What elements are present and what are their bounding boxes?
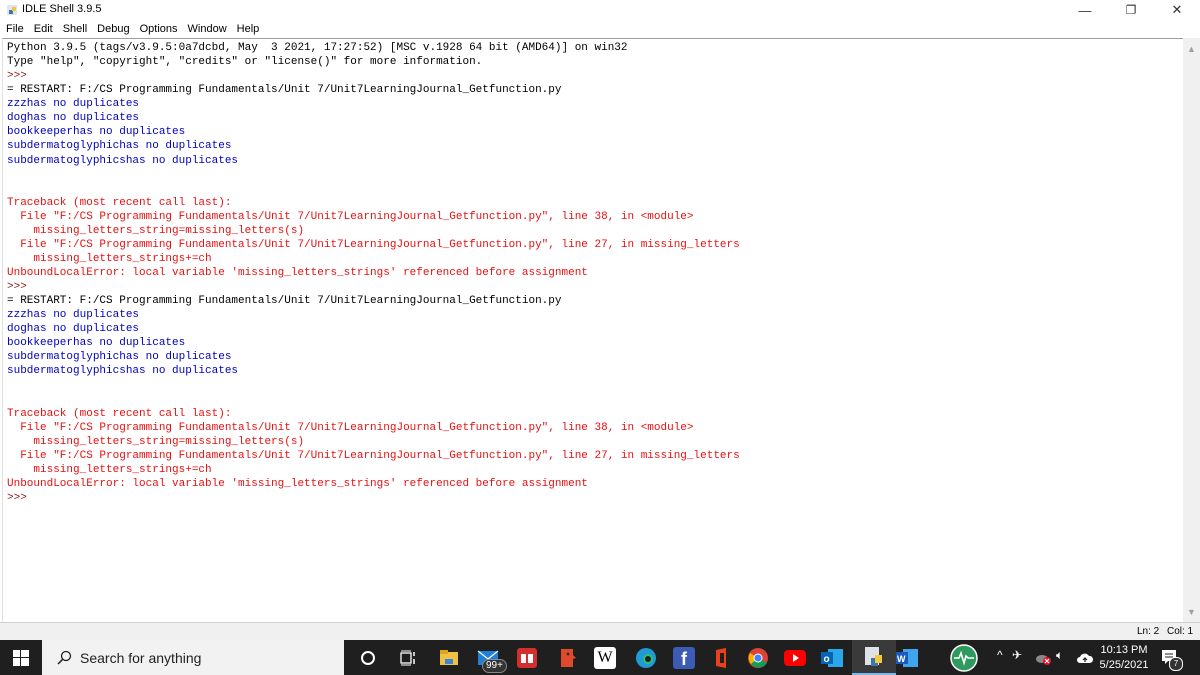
- face-app-icon[interactable]: [556, 646, 580, 670]
- error-line: missing_letters_string=missing_letters(s…: [7, 224, 305, 237]
- output-line: subdermatoglyphichas no duplicates: [7, 351, 232, 364]
- error-line: File "F:/CS Programming Fundamentals/Uni…: [7, 238, 740, 251]
- outlook-icon[interactable]: o: [820, 646, 844, 670]
- menu-bar: File Edit Shell Debug Options Window Hel…: [0, 20, 1200, 38]
- error-line: UnboundLocalError: local variable 'missi…: [7, 267, 588, 279]
- book-app-icon[interactable]: [515, 646, 539, 670]
- output-line: bookkeeperhas no duplicates: [7, 337, 186, 350]
- restore-button[interactable]: ❐: [1108, 0, 1154, 20]
- idle-taskbar-button[interactable]: [852, 640, 896, 675]
- menu-window[interactable]: Window: [183, 23, 232, 35]
- onedrive-icon[interactable]: [1077, 651, 1094, 669]
- line-number: Ln: 2: [1137, 626, 1160, 637]
- cortana-icon[interactable]: [356, 646, 380, 670]
- edge-browser-icon[interactable]: [634, 646, 658, 670]
- output-line: zzzhas no duplicates: [7, 98, 140, 111]
- menu-help[interactable]: Help: [232, 23, 265, 35]
- error-line: missing_letters_string=missing_letters(s…: [7, 435, 305, 448]
- title-bar: IDLE Shell 3.9.5 — ❐ ✕: [0, 0, 1200, 20]
- file-explorer-icon[interactable]: [437, 646, 461, 670]
- wikipedia-icon[interactable]: W: [593, 646, 617, 670]
- close-button[interactable]: ✕: [1154, 0, 1200, 20]
- output-line: doghas no duplicates: [7, 112, 140, 125]
- output-line: zzzhas no duplicates: [7, 309, 140, 322]
- error-line: Traceback (most recent call last):: [7, 407, 232, 420]
- output-line: doghas no duplicates: [7, 323, 140, 336]
- error-line: File "F:/CS Programming Fundamentals/Uni…: [7, 421, 694, 434]
- error-line: File "F:/CS Programming Fundamentals/Uni…: [7, 210, 694, 223]
- svg-text:o: o: [824, 654, 830, 665]
- search-placeholder: Search for anything: [80, 649, 202, 666]
- error-line: Traceback (most recent call last):: [7, 196, 232, 209]
- idle-shell-icon: [865, 647, 882, 666]
- clock-time: 10:13 PM: [1100, 644, 1148, 656]
- shell-line: Python 3.9.5 (tags/v3.9.5:0a7dcbd, May 3…: [7, 42, 628, 54]
- shell-prompt: >>>: [7, 70, 27, 83]
- activity-monitor-icon[interactable]: [950, 644, 978, 672]
- volume-icon[interactable]: 🔈︎: [1056, 648, 1063, 663]
- facebook-icon[interactable]: f: [672, 646, 696, 670]
- search-icon: [57, 650, 72, 665]
- window-title: IDLE Shell 3.9.5: [22, 3, 102, 15]
- chrome-icon[interactable]: [746, 646, 770, 670]
- task-view-icon[interactable]: [396, 646, 420, 670]
- mail-badge: 99+: [482, 659, 507, 673]
- error-line: missing_letters_strings+=ch: [7, 252, 212, 265]
- menu-shell[interactable]: Shell: [58, 23, 92, 35]
- output-line: subdermatoglyphicshas no duplicates: [7, 154, 239, 167]
- office-icon[interactable]: [710, 646, 734, 670]
- notification-count-badge: 7: [1169, 657, 1183, 671]
- airplane-mode-icon[interactable]: ✈: [1012, 648, 1022, 662]
- scroll-down-icon[interactable]: ▼: [1183, 603, 1200, 620]
- shell-line: = RESTART: F:/CS Programming Fundamental…: [7, 295, 562, 308]
- menu-file[interactable]: File: [0, 23, 29, 35]
- shell-prompt: >>>: [7, 492, 27, 504]
- network-disconnected-icon[interactable]: [1036, 651, 1052, 670]
- menu-debug[interactable]: Debug: [92, 23, 134, 35]
- error-line: UnboundLocalError: local variable 'missi…: [7, 477, 588, 490]
- windows-logo-icon: [13, 649, 29, 666]
- action-center-button[interactable]: 7: [1160, 648, 1183, 671]
- svg-text:W: W: [897, 654, 906, 664]
- shell-prompt: >>>: [7, 281, 27, 294]
- youtube-icon[interactable]: [783, 646, 807, 670]
- error-line: File "F:/CS Programming Fundamentals/Uni…: [7, 449, 740, 462]
- shell-output: Python 3.9.5 (tags/v3.9.5:0a7dcbd, May 3…: [7, 41, 740, 505]
- output-line: bookkeeperhas no duplicates: [7, 126, 186, 139]
- python-idle-icon: [7, 5, 17, 15]
- shell-line: Type "help", "copyright", "credits" or "…: [7, 56, 483, 69]
- error-line: missing_letters_strings+=ch: [7, 463, 212, 476]
- shell-text-area[interactable]: Python 3.9.5 (tags/v3.9.5:0a7dcbd, May 3…: [2, 38, 1183, 623]
- minimize-button[interactable]: —: [1062, 0, 1108, 20]
- system-clock[interactable]: 10:13 PM 5/25/2021: [1096, 643, 1152, 673]
- taskbar-search-box[interactable]: Search for anything: [42, 640, 344, 675]
- shell-line: = RESTART: F:/CS Programming Fundamental…: [7, 84, 562, 97]
- clock-date: 5/25/2021: [1099, 659, 1149, 671]
- output-line: subdermatoglyphicshas no duplicates: [7, 365, 239, 378]
- scroll-up-icon[interactable]: ▲: [1183, 40, 1200, 57]
- start-button[interactable]: [0, 640, 42, 675]
- show-hidden-icons[interactable]: ^: [997, 648, 1003, 662]
- windows-taskbar: Search for anything 99+ W f o W ^ ✈ 🔈︎ 1…: [0, 640, 1200, 675]
- column-number: Col: 1: [1167, 626, 1194, 637]
- menu-edit[interactable]: Edit: [29, 23, 58, 35]
- word-icon[interactable]: W: [895, 646, 919, 670]
- output-line: subdermatoglyphichas no duplicates: [7, 140, 232, 153]
- status-bar: Ln: 2 Col: 1: [0, 622, 1200, 641]
- vertical-scrollbar[interactable]: ▲ ▼: [1183, 38, 1200, 622]
- menu-options[interactable]: Options: [135, 23, 183, 35]
